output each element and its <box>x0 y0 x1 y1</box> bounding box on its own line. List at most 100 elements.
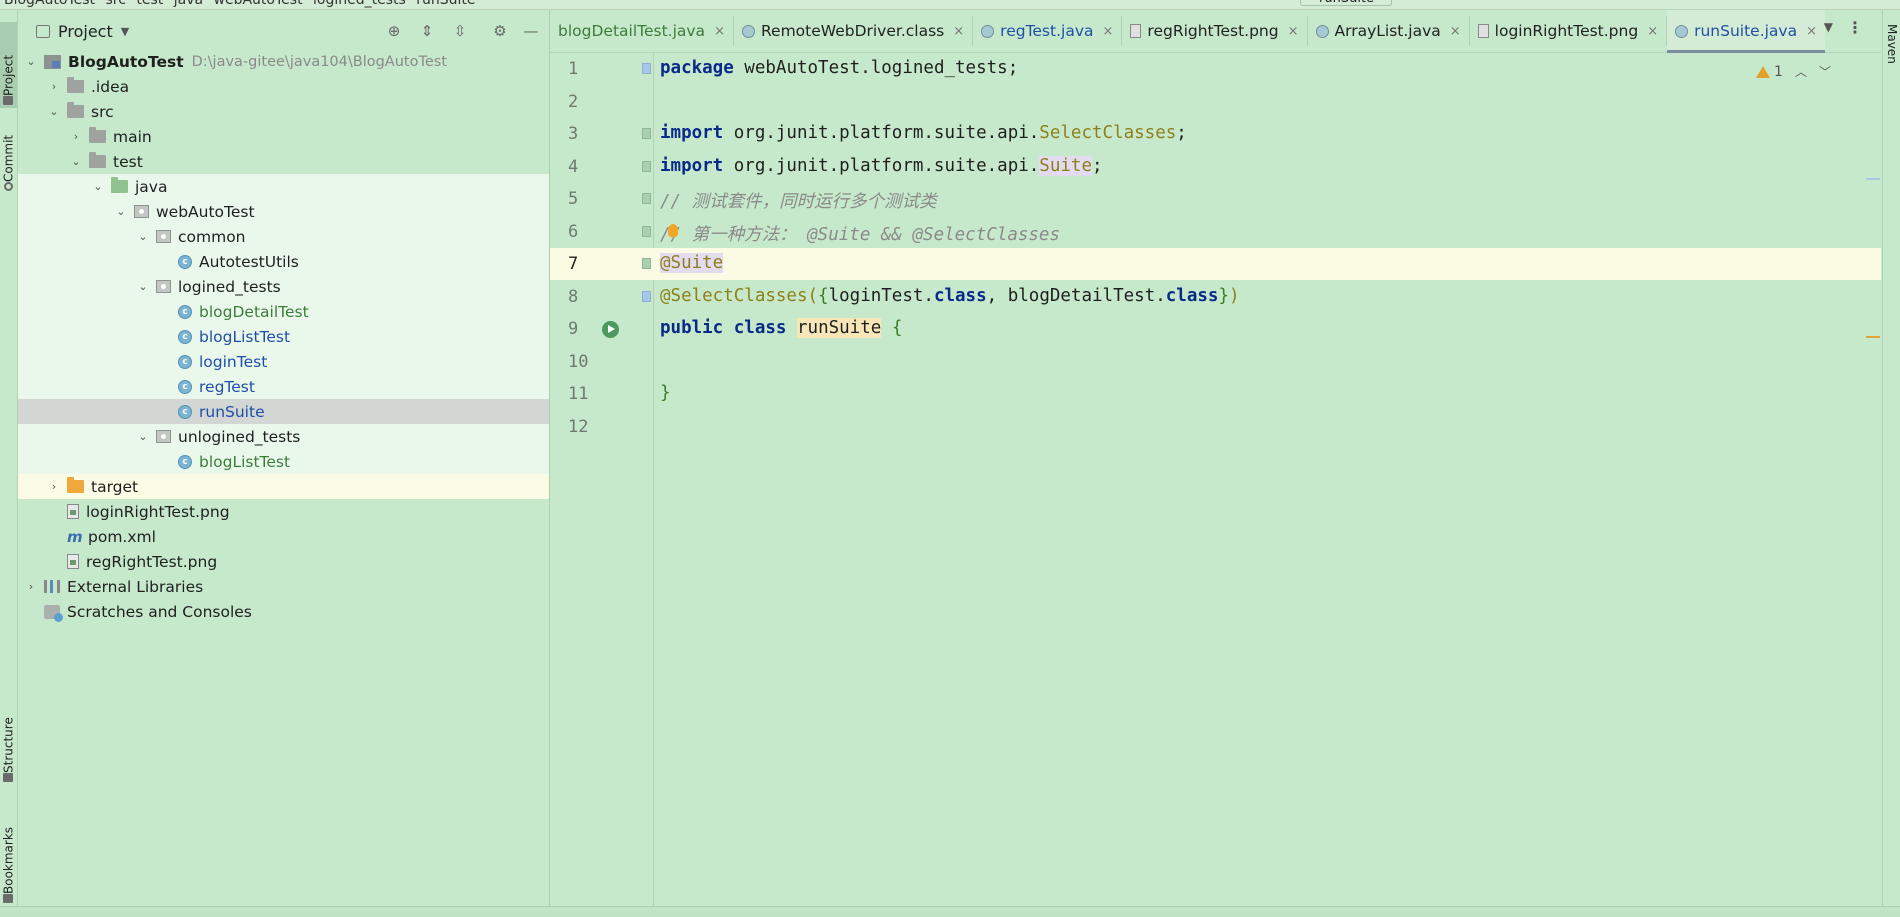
tree-item-bloglisttest-unlogined[interactable]: c blogListTest <box>18 449 549 474</box>
close-icon[interactable]: × <box>1647 24 1658 39</box>
options-button[interactable]: ⚙ <box>491 22 509 40</box>
project-tool-button[interactable]: Project <box>0 22 17 108</box>
lightbulb-icon[interactable] <box>668 224 678 237</box>
tree-item-regrighttest-png[interactable]: regRightTest.png <box>18 549 549 574</box>
fold-marker-icon[interactable] <box>642 193 651 204</box>
tree-item-logintest[interactable]: c loginTest <box>18 349 549 374</box>
window-icon <box>36 24 50 38</box>
test-class-icon: c <box>178 329 192 344</box>
close-icon[interactable]: × <box>1288 24 1299 39</box>
tree-item-regtest[interactable]: c regTest <box>18 374 549 399</box>
tab-label: loginRightTest.png <box>1494 22 1639 40</box>
structure-tool-button[interactable]: Structure <box>0 705 17 785</box>
fold-marker-icon[interactable] <box>642 63 651 74</box>
tab-regtest[interactable]: regTest.java × <box>973 10 1121 52</box>
tree-item-webautotest[interactable]: ⌄ webAutoTest <box>18 199 549 224</box>
project-tree: ⌄ BlogAutoTest D:\java-gitee\java104\Blo… <box>18 49 549 624</box>
chevron-right-icon[interactable]: › <box>47 480 61 494</box>
collapse-all-button[interactable]: ⇳ <box>451 22 469 40</box>
chevron-down-icon[interactable]: ⌄ <box>24 55 38 69</box>
tree-item-common[interactable]: ⌄ common <box>18 224 549 249</box>
expand-all-button[interactable]: ⇕ <box>418 22 436 40</box>
fold-marker-icon[interactable] <box>642 161 651 172</box>
tree-item-autotestutils[interactable]: c AutotestUtils <box>18 249 549 274</box>
tab-loginrighttest-png[interactable]: loginRightTest.png × <box>1470 10 1666 52</box>
tab-arraylist[interactable]: ArrayList.java × <box>1308 10 1469 52</box>
tree-item-target[interactable]: › target <box>18 474 549 499</box>
close-icon[interactable]: × <box>1450 24 1461 39</box>
run-test-gutter-icon[interactable] <box>602 321 619 338</box>
code-line: 8 @SelectClasses({loginTest.class, blogD… <box>550 281 1881 313</box>
tab-actions-menu-button[interactable]: ⋮ <box>1847 18 1863 37</box>
chevron-down-icon: ▼ <box>120 24 130 38</box>
tree-item-pom-xml[interactable]: m pom.xml <box>18 524 549 549</box>
chevron-down-icon[interactable]: ⌄ <box>47 105 61 119</box>
breadcrumb-item[interactable]: test <box>136 0 163 8</box>
breadcrumb-item[interactable]: src <box>105 0 125 8</box>
chevron-right-icon[interactable]: › <box>47 80 61 94</box>
select-opened-file-button[interactable]: ⊕ <box>385 22 403 40</box>
tree-item-loginrighttest-png[interactable]: loginRightTest.png <box>18 499 549 524</box>
scrollbar-marker[interactable] <box>1866 178 1880 180</box>
code-text: @SelectClasses({loginTest.class, blogDet… <box>660 286 1240 306</box>
commit-tool-button[interactable]: Commit <box>0 120 17 194</box>
tree-item-test[interactable]: ⌄ test <box>18 149 549 174</box>
fold-marker-icon[interactable] <box>642 128 651 139</box>
chevron-down-icon[interactable]: ⌄ <box>69 155 83 169</box>
tree-item-scratches[interactable]: Scratches and Consoles <box>18 599 549 624</box>
breadcrumb-item[interactable]: BlogAutoTest <box>4 0 95 8</box>
fold-marker-icon[interactable] <box>642 291 651 302</box>
tree-item-logined-tests[interactable]: ⌄ logined_tests <box>18 274 549 299</box>
show-hidden-tabs-button[interactable]: ▼ <box>1824 20 1833 34</box>
code-line: 6 // 第一种方法： @Suite && @SelectClasses <box>550 216 1881 248</box>
scrollbar-marker[interactable] <box>1866 336 1880 338</box>
tree-item-idea[interactable]: › .idea <box>18 74 549 99</box>
tree-item-external-libraries[interactable]: › External Libraries <box>18 574 549 599</box>
chevron-down-icon[interactable]: ⌄ <box>136 430 150 444</box>
code-text: package webAutoTest.logined_tests; <box>660 58 1019 78</box>
bookmarks-tool-button[interactable]: Bookmarks <box>0 810 17 906</box>
chevron-down-icon[interactable]: ⌄ <box>136 230 150 244</box>
hide-panel-button[interactable]: — <box>522 22 540 40</box>
close-icon[interactable]: × <box>714 24 725 39</box>
test-class-icon: c <box>178 354 192 369</box>
breadcrumb-item[interactable]: java <box>174 0 203 8</box>
tree-item-bloglisttest[interactable]: c blogListTest <box>18 324 549 349</box>
tab-regrighttest-png[interactable]: regRightTest.png × <box>1122 10 1306 52</box>
chevron-right-icon[interactable]: › <box>24 580 38 594</box>
breadcrumb-item[interactable]: runSuite <box>416 0 475 8</box>
project-tool-label: Project <box>1 54 16 96</box>
close-icon[interactable]: × <box>1103 24 1114 39</box>
tree-item-main[interactable]: › main <box>18 124 549 149</box>
project-view-selector[interactable]: Project ▼ <box>36 22 129 41</box>
tab-runsuite[interactable]: runSuite.java × <box>1667 10 1826 53</box>
commit-tool-label: Commit <box>1 134 16 182</box>
tree-item-blogdetailtest[interactable]: c blogDetailTest <box>18 299 549 324</box>
breadcrumb-item[interactable]: logined_tests <box>313 0 406 8</box>
tree-item-label: loginRightTest.png <box>86 502 230 521</box>
tree-item-unlogined-tests[interactable]: ⌄ unlogined_tests <box>18 424 549 449</box>
tree-item-label: src <box>91 102 114 121</box>
chevron-right-icon[interactable]: › <box>69 130 83 144</box>
folder-icon <box>3 96 14 105</box>
maven-tool-button[interactable]: Maven <box>1885 24 1899 64</box>
chevron-down-icon[interactable]: ⌄ <box>114 205 128 219</box>
breadcrumb-item[interactable]: webAutoTest <box>214 0 303 8</box>
navigation-bar: BlogAutoTest src test java webAutoTest l… <box>0 0 1900 10</box>
editor-tabs: blogDetailTest.java × RemoteWebDriver.cl… <box>550 10 1881 53</box>
close-icon[interactable]: × <box>953 24 964 39</box>
code-editor[interactable]: 1 ︿ ﹀ 1 package webAutoTest.logined_test… <box>550 53 1881 906</box>
fold-marker-icon[interactable] <box>642 258 651 269</box>
tab-blogdetailtest[interactable]: blogDetailTest.java × <box>550 10 733 52</box>
fold-marker-icon[interactable] <box>642 226 651 237</box>
tree-item-src[interactable]: ⌄ src <box>18 99 549 124</box>
tree-item-blogautotest[interactable]: ⌄ BlogAutoTest D:\java-gitee\java104\Blo… <box>18 49 549 74</box>
tree-item-runsuite[interactable]: c runSuite <box>18 399 549 424</box>
chevron-down-icon[interactable]: ⌄ <box>136 280 150 294</box>
run-configuration-selector[interactable]: runSuite <box>1300 0 1392 6</box>
chevron-down-icon[interactable]: ⌄ <box>91 180 105 194</box>
close-icon[interactable]: × <box>1806 24 1817 39</box>
tab-remotewebdriver[interactable]: RemoteWebDriver.class × <box>734 10 972 52</box>
class-file-icon <box>741 24 755 38</box>
tree-item-java[interactable]: ⌄ java <box>18 174 549 199</box>
